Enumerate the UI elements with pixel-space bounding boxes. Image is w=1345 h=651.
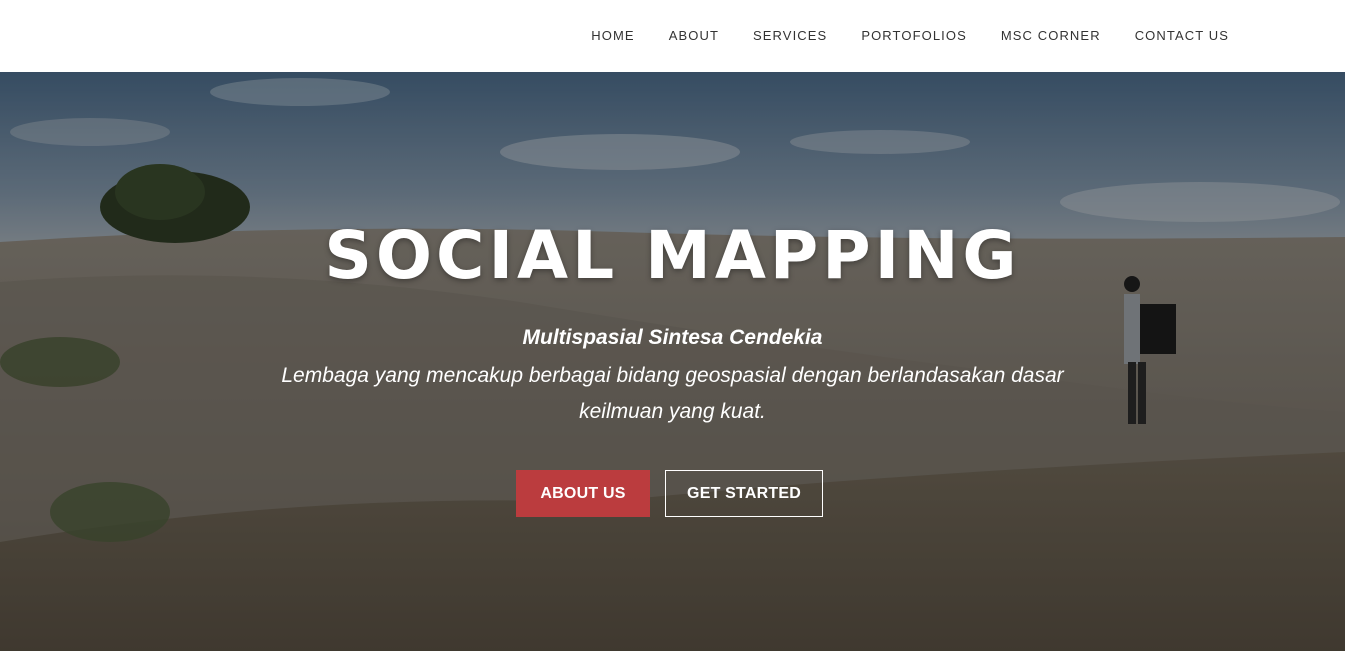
nav-home-link[interactable]: HOME	[591, 28, 634, 43]
nav-about-link[interactable]: ABOUT	[669, 28, 719, 43]
hero-description: Lembaga yang mencakup berbagai bidang ge…	[281, 364, 1064, 423]
top-navbar: HOME ABOUT SERVICES PORTOFOLIOS MSC CORN…	[0, 0, 1345, 72]
about-us-button[interactable]: ABOUT US	[516, 470, 650, 517]
get-started-button[interactable]: GET STARTED	[665, 470, 823, 517]
hero-subtitle: Multispasial Sintesa Cendekia	[522, 326, 823, 349]
nav-contact-us-link[interactable]: CONTACT US	[1135, 28, 1229, 43]
nav-portofolios-link[interactable]: PORTOFOLIOS	[861, 28, 967, 43]
hero-section: SOCIAL MAPPING Multispasial Sintesa Cend…	[0, 72, 1345, 651]
nav-msc-corner-link[interactable]: MSC CORNER	[1001, 28, 1101, 43]
nav-menu: HOME ABOUT SERVICES PORTOFOLIOS MSC CORN…	[557, 0, 1229, 72]
nav-services-link[interactable]: SERVICES	[753, 28, 827, 43]
hero-content: SOCIAL MAPPING Multispasial Sintesa Cend…	[0, 72, 1345, 651]
hero-title: SOCIAL MAPPING	[324, 217, 1021, 294]
